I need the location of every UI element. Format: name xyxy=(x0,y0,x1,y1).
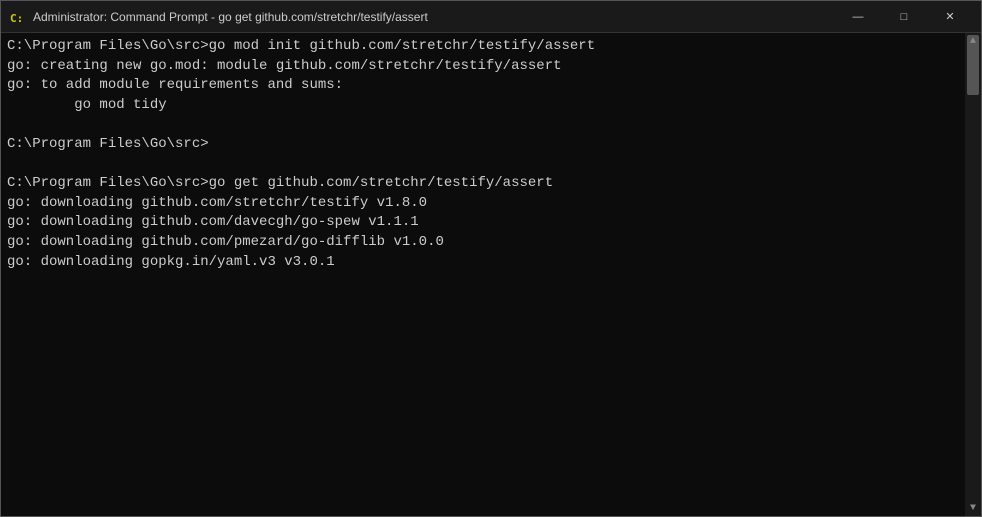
minimize-button[interactable]: — xyxy=(835,1,881,33)
scrollbar-up-arrow[interactable]: ▲ xyxy=(965,33,981,49)
svg-text:C:: C: xyxy=(10,12,23,25)
scrollbar[interactable]: ▲ ▼ xyxy=(965,33,981,516)
maximize-button[interactable]: □ xyxy=(881,1,927,33)
scrollbar-down-arrow[interactable]: ▼ xyxy=(965,500,981,516)
terminal-output: C:\Program Files\Go\src>go mod init gith… xyxy=(7,37,975,292)
title-bar-controls: — □ ✕ xyxy=(835,1,973,33)
title-bar-left: C: Administrator: Command Prompt - go ge… xyxy=(9,9,428,25)
close-button[interactable]: ✕ xyxy=(927,1,973,33)
window: C: Administrator: Command Prompt - go ge… xyxy=(0,0,982,517)
cmd-icon: C: xyxy=(9,9,25,25)
window-title: Administrator: Command Prompt - go get g… xyxy=(33,10,428,24)
title-bar: C: Administrator: Command Prompt - go ge… xyxy=(1,1,981,33)
terminal-body: C:\Program Files\Go\src>go mod init gith… xyxy=(1,33,981,516)
